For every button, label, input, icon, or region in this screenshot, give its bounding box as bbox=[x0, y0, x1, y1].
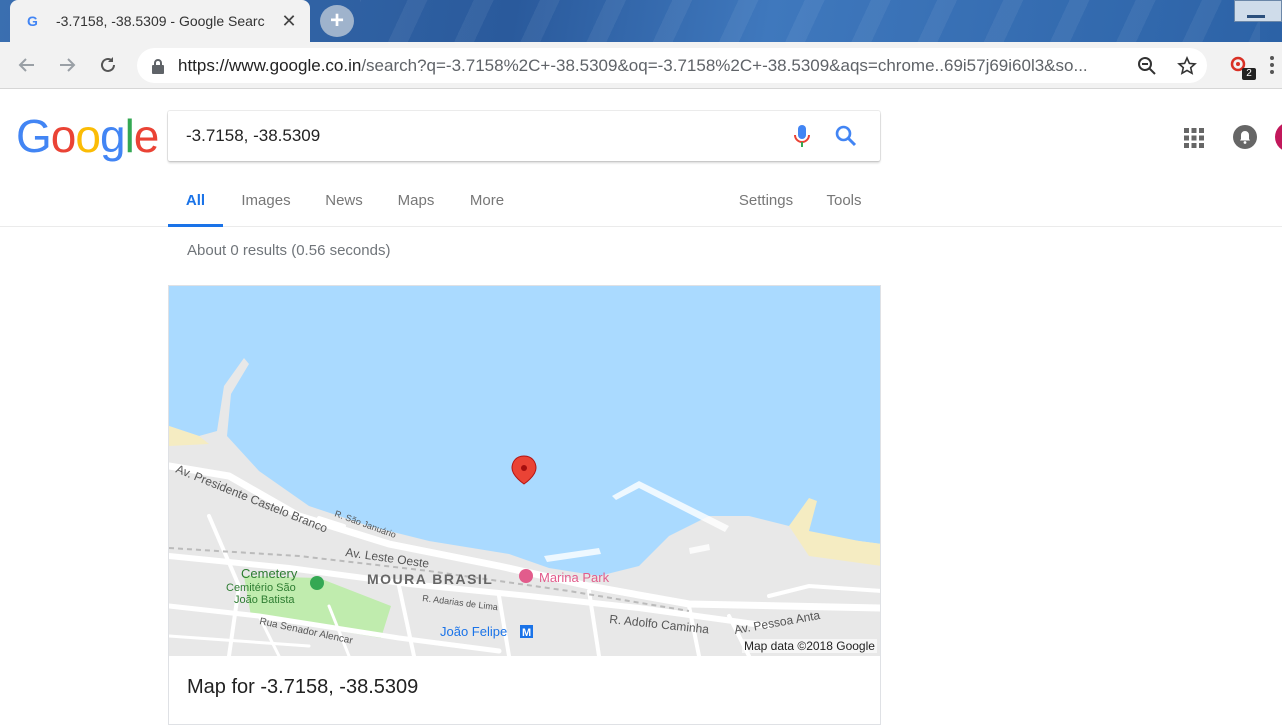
back-button[interactable] bbox=[14, 52, 40, 78]
map-attribution: Map data ©2018 Google bbox=[742, 639, 877, 653]
url-text: https://www.google.co.in/search?q=-3.715… bbox=[178, 56, 1118, 76]
tab-maps[interactable]: Maps bbox=[397, 185, 435, 227]
logo-letter: G bbox=[16, 110, 52, 162]
logo-letter: l bbox=[124, 110, 135, 162]
tab-settings[interactable]: Settings bbox=[738, 185, 794, 227]
zoom-icon[interactable] bbox=[1137, 56, 1157, 76]
forward-button[interactable] bbox=[54, 52, 80, 78]
browser-tab-active[interactable]: G -3.7158, -38.5309 - Google Searc ✕ bbox=[10, 0, 310, 42]
browser-menu-icon[interactable] bbox=[1270, 56, 1274, 77]
search-box bbox=[168, 111, 880, 161]
map-image[interactable]: Av. Presidente Castelo Branco R. São Jan… bbox=[169, 286, 881, 656]
bookmark-star-icon[interactable] bbox=[1177, 56, 1197, 76]
microphone-icon[interactable] bbox=[792, 124, 812, 148]
result-stats: About 0 results (0.56 seconds) bbox=[187, 242, 391, 259]
reload-icon bbox=[101, 57, 115, 72]
tab-all[interactable]: All bbox=[168, 185, 223, 227]
google-favicon-icon: G bbox=[27, 13, 38, 29]
logo-letter: g bbox=[99, 110, 126, 162]
minimize-window-button[interactable] bbox=[1234, 0, 1282, 22]
map-label-cemiterio-2: João Batista bbox=[234, 594, 295, 606]
forward-arrow-icon bbox=[60, 58, 76, 72]
map-label-cemiterio-1: Cemitério São bbox=[226, 582, 296, 594]
marina-marker-icon bbox=[519, 569, 533, 583]
notifications-bell-icon[interactable] bbox=[1233, 125, 1257, 149]
svg-text:G: G bbox=[27, 13, 38, 29]
reload-button[interactable] bbox=[95, 52, 121, 78]
new-tab-button[interactable]: + bbox=[320, 5, 354, 37]
map-label-marina-park: Marina Park bbox=[539, 570, 610, 585]
address-bar[interactable]: https://www.google.co.in/search?q=-3.715… bbox=[137, 48, 1207, 83]
minimize-icon bbox=[1247, 15, 1265, 18]
search-input[interactable] bbox=[186, 121, 746, 151]
url-domain: https://www.google.co.in bbox=[178, 56, 362, 75]
account-avatar[interactable] bbox=[1275, 122, 1282, 152]
logo-letter: o bbox=[50, 110, 77, 162]
metro-letter: M bbox=[522, 627, 531, 639]
map-label-cemetery: Cemetery bbox=[241, 566, 298, 581]
google-header: Google All Images News Maps More bbox=[0, 89, 1282, 227]
tab-close-icon[interactable]: ✕ bbox=[280, 12, 298, 30]
url-path: /search?q=-3.7158%2C+-38.5309&oq=-3.7158… bbox=[361, 56, 1088, 75]
logo-letter: e bbox=[133, 110, 160, 162]
browser-toolbar: https://www.google.co.in/search?q=-3.715… bbox=[0, 42, 1282, 89]
logo-letter: o bbox=[75, 110, 101, 162]
tab-images[interactable]: Images bbox=[241, 185, 291, 227]
search-icon[interactable] bbox=[834, 124, 858, 148]
extension-badge: 2 bbox=[1242, 68, 1256, 80]
bell-icon bbox=[1240, 131, 1250, 144]
tab-tools[interactable]: Tools bbox=[825, 185, 863, 227]
google-logo[interactable]: Google bbox=[16, 109, 160, 163]
map-label-joao-felipe: João Felipe bbox=[440, 624, 507, 639]
map-label-moura-brasil: MOURA BRASIL bbox=[367, 571, 493, 587]
window-titlebar: G -3.7158, -38.5309 - Google Searc ✕ + bbox=[0, 0, 1282, 42]
back-arrow-icon bbox=[18, 58, 34, 72]
tab-more[interactable]: More bbox=[468, 185, 506, 227]
cemetery-marker-icon bbox=[310, 576, 324, 590]
lock-icon bbox=[152, 59, 164, 74]
map-card[interactable]: Av. Presidente Castelo Branco R. São Jan… bbox=[168, 285, 881, 725]
apps-grid-icon[interactable] bbox=[1184, 128, 1204, 148]
tab-title: -3.7158, -38.5309 - Google Searc bbox=[56, 13, 265, 29]
tab-news[interactable]: News bbox=[323, 185, 365, 227]
map-caption[interactable]: Map for -3.7158, -38.5309 bbox=[187, 676, 418, 699]
